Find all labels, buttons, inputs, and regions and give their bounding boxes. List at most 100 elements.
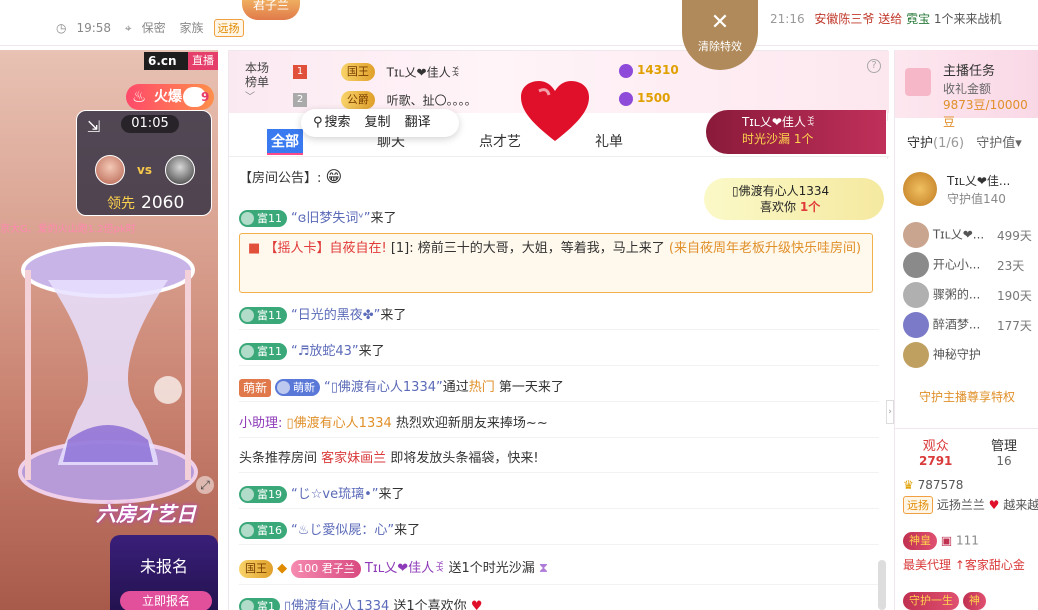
audience-row[interactable]: 守护一生 神 <box>903 592 1038 610</box>
tab-manage[interactable]: 管理 16 <box>991 435 1017 468</box>
recommend-text: 即将发放头条福袋，快来! <box>390 451 539 466</box>
guard-privilege-link[interactable]: 守护主播尊享特权 <box>895 388 1038 405</box>
site-logo-text: 6.cn <box>148 54 177 68</box>
top-guard[interactable]: Tɪʟ乂❤佳... 守护值140 <box>903 172 1038 216</box>
audience-row[interactable]: 神皇 ▣ 111 <box>903 532 1038 550</box>
audience-row[interactable]: 远扬 远扬兰兰 ♥ 越来越 <box>903 496 1038 514</box>
guard-days: 499天 <box>997 229 1032 243</box>
guard-row[interactable]: 醉酒梦... 177天 <box>903 312 1038 338</box>
medal-icon: ◆ <box>277 561 288 576</box>
audience-count: 2791 <box>919 454 953 468</box>
tab-gifts[interactable]: 礼单 <box>595 131 623 151</box>
crown-icon: ♛ <box>903 478 914 492</box>
divider <box>239 472 879 473</box>
user-name[interactable]: “日光的黑夜✤” <box>291 308 380 323</box>
rank-score-value: 14310 <box>637 63 679 77</box>
search-menu-item[interactable]: 搜索 <box>325 115 351 130</box>
announcement-label: 【房间公告】: <box>239 171 322 186</box>
audience-row[interactable]: ♛ 787578 <box>903 478 1038 492</box>
fullscreen-icon[interactable]: ⤢ <box>196 476 214 494</box>
tab-guard-value[interactable]: 守护值▾ <box>976 136 1022 151</box>
avatar[interactable] <box>95 155 125 185</box>
audience-id: 111 <box>956 533 979 548</box>
user-name[interactable]: ▯佛渡有心人1334 <box>284 599 389 610</box>
like-count: 1个 <box>799 200 821 214</box>
wealth-level-badge: 富1 <box>239 598 280 610</box>
chat-scrollbar[interactable] <box>878 560 886 610</box>
enter-suffix: 来了 <box>380 308 407 323</box>
gift-text: 送1个时光沙漏 <box>448 561 535 576</box>
audience-extra: ↑客家甜心金 <box>954 558 1025 572</box>
clock-icon: ◷ <box>56 21 67 35</box>
guard-name: 骤粥的... <box>932 287 981 302</box>
divider <box>239 365 879 366</box>
fan-club-badge[interactable]: 君子兰 <box>242 0 300 20</box>
audience-row[interactable]: 最美代理 ↑客家甜心金 <box>903 556 1038 573</box>
divider <box>239 544 879 545</box>
lead-label: 领先 <box>107 196 135 212</box>
user-name[interactable]: “じ☆ve琉璃•” <box>291 487 378 502</box>
rank-label[interactable]: 本场 榜单 ﹀ <box>245 61 273 105</box>
tab-audience[interactable]: 观众 2791 <box>919 435 952 468</box>
king-badge: 国王 <box>239 559 273 578</box>
live-badge: 直播 <box>188 52 218 70</box>
user-name[interactable]: “▯佛渡有心人1334” <box>324 380 443 395</box>
signup-button[interactable]: 立即报名 <box>120 591 212 610</box>
enter-suffix: 来了 <box>394 523 421 538</box>
close-icon: ✕ <box>710 10 730 35</box>
avatar <box>903 172 937 206</box>
hourglass-effect-image <box>18 242 198 504</box>
guard-name: 神秘守护 <box>932 347 981 362</box>
list-item: 富1 ▯佛渡有心人1334 送1个喜欢你 ♥ <box>239 595 879 610</box>
tab-talent[interactable]: 点才艺 <box>479 131 521 151</box>
location-icon: ⌖ <box>124 21 132 35</box>
tab-all[interactable]: 全部 <box>267 129 303 155</box>
list-item: 小助理: ▯佛渡有心人1334 热烈欢迎新朋友来捧场~~ <box>239 412 879 431</box>
newbie-tag: 萌新 <box>239 378 272 397</box>
exit-icon[interactable]: ⇲ <box>87 117 100 136</box>
gift-text: 送1个喜欢你 <box>393 599 467 610</box>
ticker-target: 霓宝 <box>906 12 931 26</box>
collapse-icon[interactable]: › <box>886 400 894 424</box>
user-name[interactable]: “♬放蛇43” <box>291 344 359 359</box>
guard-name: 开心小... <box>932 257 981 272</box>
user-name[interactable]: 自莜自在! <box>329 241 386 256</box>
user-name[interactable]: “ɞ旧梦失词ᵛ” <box>291 211 371 226</box>
anchor-task-card[interactable]: 主播任务 收礼金额 9873豆/10000豆 <box>895 50 1038 129</box>
shake-card-notice: ■ 【摇人卡】自莜自在! [1]: 榜前三十的大哥，大姐，等着我，马上来了 (来… <box>239 233 873 293</box>
guard-row[interactable]: 神秘守护 <box>903 342 1038 368</box>
manage-count: 16 <box>996 454 1012 468</box>
rank-score: 1500 <box>619 91 670 106</box>
signup-panel[interactable]: 未报名 立即报名 <box>110 535 218 610</box>
room-link[interactable]: 客家妹画兰 <box>321 451 386 466</box>
bolt-icon <box>619 63 633 78</box>
help-icon[interactable]: ? <box>867 59 881 73</box>
god-emperor-badge: 神皇 <box>903 532 937 550</box>
lead-score: 2060 <box>141 193 185 213</box>
gift-info: 时光沙漏 1个 <box>742 131 886 148</box>
enter-suffix: 第一天来了 <box>498 380 564 395</box>
tab-guard[interactable]: 守护(1/6) <box>907 136 964 151</box>
event-banner[interactable]: 六房才艺日 <box>96 498 218 538</box>
guard-row[interactable]: 骤粥的... 190天 <box>903 282 1038 308</box>
flame-icon: ♨ <box>132 87 147 106</box>
rank-row[interactable]: 1 国王 Tɪʟ乂❤佳人ꉂ 14310 <box>293 63 713 85</box>
rank-badge: 公爵 <box>340 91 375 109</box>
pk-timer: 01:05 <box>121 115 179 133</box>
translate-menu-item[interactable]: 翻译 <box>405 115 431 130</box>
guard-row[interactable]: Tɪʟ乂❤... 499天 <box>903 222 1038 248</box>
notice-source[interactable]: (来自莜周年老板升级快乐哇房间) <box>669 241 861 256</box>
family-tag[interactable]: 远扬 <box>213 19 244 37</box>
guard-row[interactable]: 开心小... 23天 <box>903 252 1038 278</box>
chat-messages[interactable]: 【房间公告】: 😁 富11 “ɞ旧梦失词ᵛ”来了 ■ 【摇人卡】自莜自在! [1]… <box>229 159 889 610</box>
recommend-label: 头条推荐房间 <box>239 451 318 466</box>
user-name[interactable]: Tɪʟ乂❤佳人ꉂ <box>365 561 444 576</box>
assistant-text: 热烈欢迎新朋友来捧场~~ <box>395 416 548 431</box>
copy-menu-item[interactable]: 复制 <box>365 115 391 130</box>
list-item: 富19 “じ☆ve琉璃•”来了 <box>239 483 879 503</box>
hot-link[interactable]: 热门 <box>469 380 495 395</box>
signup-status: 未报名 <box>139 557 188 576</box>
avatar[interactable] <box>165 155 195 185</box>
user-name[interactable]: ▯佛渡有心人1334 <box>287 416 392 431</box>
user-name[interactable]: “♨じ愛似屍：心” <box>291 523 394 538</box>
